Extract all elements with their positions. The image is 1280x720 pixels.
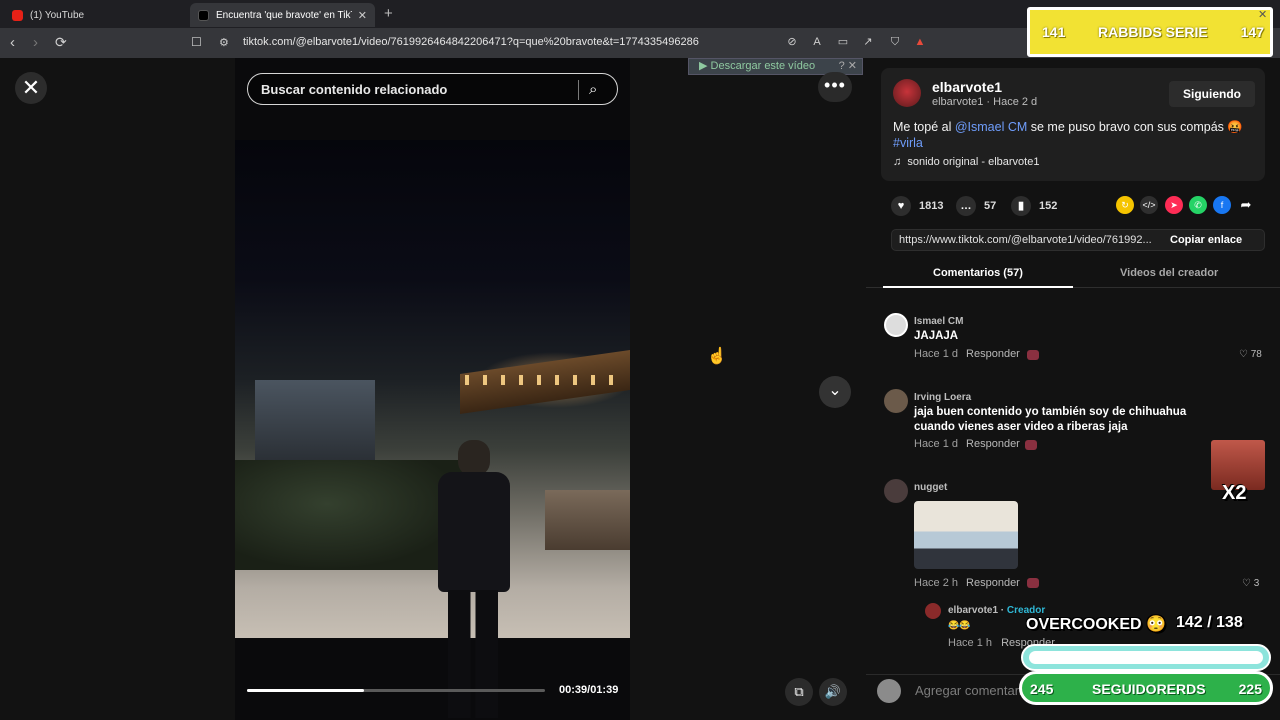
rewards-icon[interactable]: ▲ — [913, 35, 927, 49]
reload-icon[interactable]: ⟳ — [55, 34, 67, 51]
tab-label: Encuentra 'que bravote' en TikTok — [216, 9, 352, 21]
game-title-overlay: OVERCOOKED 😳 — [1026, 616, 1166, 633]
comment-meta: Hace 1 d Responder — [914, 348, 1020, 360]
hand-cursor-icon: ☝ — [707, 348, 727, 365]
next-video-chevron-icon[interactable]: ⌄ — [819, 376, 851, 408]
video-progress-bar[interactable] — [247, 689, 545, 692]
copy-link-button[interactable]: Copiar enlace — [1170, 234, 1242, 246]
save-stat[interactable]: ▮ 152 — [1011, 196, 1057, 216]
new-tab-button[interactable]: + — [384, 5, 393, 22]
video-player[interactable] — [235, 58, 630, 720]
video-link[interactable]: https://www.tiktok.com/@elbarvote1/video… — [899, 234, 1152, 246]
active-tab-indicator — [883, 286, 1073, 288]
cast-icon[interactable]: ▭ — [836, 35, 850, 49]
reply-text: 😂😂 — [948, 620, 971, 630]
creator-liked-badge — [1025, 440, 1037, 450]
mute-tab-icon[interactable]: ⊘ — [785, 35, 799, 49]
tab-creator-videos[interactable]: Videos del creador — [1120, 267, 1218, 279]
tab-tiktok[interactable]: Encuentra 'que bravote' en TikTok ✕ — [190, 3, 375, 27]
comment-username[interactable]: nugget — [914, 482, 947, 493]
sound-link[interactable]: ♫ sonido original - elbarvote1 — [893, 156, 1039, 168]
close-tab-icon[interactable]: ✕ — [358, 9, 367, 22]
send-icon[interactable]: ➤ — [1165, 196, 1183, 214]
forward-icon[interactable]: › — [33, 34, 38, 51]
overlay-close-icon: ✕ — [1258, 9, 1268, 21]
following-button[interactable]: Siguiendo — [1169, 81, 1255, 107]
more-options-icon[interactable]: ••• — [818, 72, 852, 102]
whatsapp-icon[interactable]: ✆ — [1189, 196, 1207, 214]
share-page-icon[interactable]: ↗ — [861, 35, 875, 49]
back-icon[interactable]: ‹ — [10, 34, 15, 51]
current-user-avatar — [877, 679, 901, 703]
comment-avatar[interactable] — [884, 313, 908, 337]
reply-button[interactable]: Responder — [966, 577, 1020, 589]
person-in-video — [430, 440, 520, 720]
search-icon[interactable]: ⌕ — [589, 81, 597, 98]
comment-image[interactable] — [914, 501, 1018, 569]
hashtag-link[interactable]: #virla — [893, 136, 923, 150]
comment-username[interactable]: Irving Loera — [914, 392, 971, 403]
comment-username[interactable]: Ismael CM — [914, 316, 963, 327]
bookmark-save-icon[interactable]: ▮ — [1011, 196, 1031, 216]
post-caption: Me topé al @Ismael CM se me puso bravo c… — [893, 120, 1243, 150]
tab-youtube[interactable]: (1) YouTube — [4, 3, 186, 27]
goal-progress-bar — [1021, 644, 1271, 671]
multiplier-label: X2 — [1222, 482, 1247, 504]
followers-goal-overlay: 245 SEGUIDORERDS 225 — [1019, 671, 1273, 705]
mention-link[interactable]: @Ismael CM — [955, 120, 1027, 134]
comment-like[interactable]: ♡ 3 — [1242, 578, 1259, 589]
like-stat[interactable]: ♥ 1813 — [891, 196, 943, 216]
heart-outline-icon: ♡ — [1239, 349, 1248, 360]
author-avatar[interactable] — [893, 79, 921, 107]
comment-icon[interactable]: … — [956, 196, 976, 216]
comment-stat[interactable]: … 57 — [956, 196, 996, 216]
comment-like[interactable]: ♡ 78 — [1239, 349, 1262, 360]
progress-fill — [247, 689, 365, 692]
pip-icon[interactable]: ⧉ — [785, 678, 813, 706]
repost-icon[interactable]: ↻ — [1116, 196, 1134, 214]
game-score-overlay: 142 / 138 — [1176, 614, 1243, 631]
author-subtitle: elbarvote1 · Hace 2 d — [932, 96, 1038, 108]
comment-text: jaja buen contenido yo también soy de ch… — [914, 406, 1187, 433]
comment-text: JAJAJA — [914, 330, 959, 342]
download-label: ▶ Descargar este vídeo — [699, 60, 816, 72]
brave-shield-icon[interactable]: ⛉ — [888, 35, 902, 49]
bench — [545, 490, 630, 550]
heart-icon[interactable]: ♥ — [891, 196, 911, 216]
tab-comments[interactable]: Comentarios (57) — [933, 267, 1023, 279]
search-placeholder: Buscar contenido relacionado — [261, 82, 448, 97]
tab-label: (1) YouTube — [30, 9, 85, 21]
video-time: 00:39/01:39 — [559, 684, 619, 696]
reply-avatar[interactable] — [925, 603, 941, 619]
heart-outline-icon: ♡ — [1242, 578, 1251, 589]
close-video-button[interactable]: ✕ — [15, 72, 47, 104]
tiktok-icon — [198, 9, 209, 21]
youtube-icon — [12, 9, 23, 21]
address-bar[interactable]: tiktok.com/@elbarvote1/video/76199264648… — [243, 36, 699, 48]
comment-meta: Hace 1 d Responder — [914, 438, 1020, 450]
background-building — [255, 380, 375, 460]
translate-icon[interactable]: A — [810, 35, 824, 49]
related-search-input[interactable]: Buscar contenido relacionado ⌕ — [247, 73, 618, 105]
comment-avatar[interactable] — [884, 479, 908, 503]
reply-button[interactable]: Responder — [966, 348, 1020, 360]
video-frame — [235, 140, 630, 718]
site-info-icon[interactable]: ⚙ — [219, 36, 229, 49]
share-arrow-icon[interactable]: ➦ — [1237, 196, 1255, 214]
bookmark-icon[interactable]: ☐ — [191, 35, 202, 49]
comment-meta: Hace 2 h Responder — [914, 577, 1020, 589]
volume-icon[interactable]: 🔊 — [819, 678, 847, 706]
music-note-icon: ♫ — [893, 156, 902, 168]
author-name[interactable]: elbarvote1 — [932, 79, 1002, 95]
reply-button[interactable]: Responder — [966, 438, 1020, 450]
comment-avatar[interactable] — [884, 389, 908, 413]
creator-liked-badge — [1027, 578, 1039, 588]
facebook-icon[interactable]: f — [1213, 196, 1231, 214]
creator-liked-badge — [1027, 350, 1039, 360]
rabbids-counter-overlay: 141 RABBIDS SERIE 147 — [1027, 7, 1273, 57]
embed-icon[interactable]: </> — [1140, 196, 1158, 214]
string-lights — [465, 375, 625, 385]
